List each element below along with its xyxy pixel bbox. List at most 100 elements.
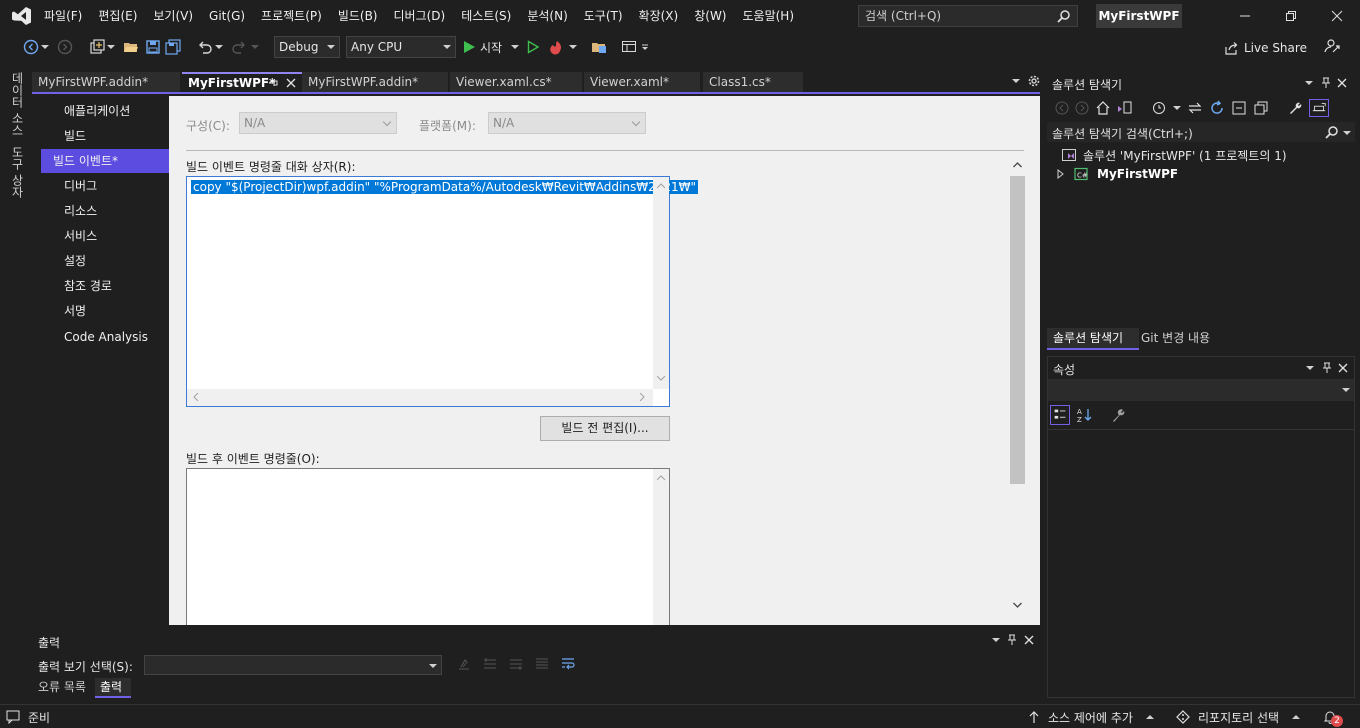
refresh-icon[interactable] [1209, 100, 1225, 116]
close-window-button[interactable] [1314, 0, 1360, 32]
chevron-down-icon[interactable] [568, 38, 578, 56]
nav-code-analysis[interactable]: Code Analysis [52, 325, 182, 349]
close-icon[interactable] [1337, 78, 1347, 88]
redo-icon[interactable] [230, 38, 248, 56]
property-pages-icon[interactable] [1110, 406, 1128, 424]
pin-icon[interactable] [1321, 77, 1331, 89]
account-icon[interactable] [1324, 38, 1340, 54]
chevron-down-icon[interactable] [1343, 130, 1351, 136]
nav-debug[interactable]: 디버그 [52, 174, 182, 198]
textbox-vertical-scrollbar[interactable] [653, 177, 669, 389]
alphabetical-sort-icon[interactable]: AZ [1076, 406, 1094, 424]
chevron-down-icon[interactable] [106, 38, 116, 56]
chevron-down-icon[interactable] [1173, 105, 1181, 111]
previous-message-icon[interactable] [482, 656, 498, 672]
panel-dropdown-icon[interactable] [1305, 80, 1313, 86]
nav-signing[interactable]: 서명 [52, 299, 182, 323]
tab-class1-cs[interactable]: Class1.cs* [703, 72, 803, 92]
add-to-source-control-button[interactable]: 소스 제어에 추가 [1048, 709, 1133, 726]
tab-git-changes[interactable]: Git 변경 내용 [1141, 328, 1210, 350]
tab-viewer-xaml[interactable]: Viewer.xaml* [584, 72, 700, 92]
nav-services[interactable]: 서비스 [52, 224, 182, 248]
chevron-down-icon[interactable] [250, 38, 260, 56]
solution-configuration-select[interactable]: Debug [274, 36, 340, 58]
panel-dropdown-icon[interactable] [992, 637, 1000, 643]
show-all-files-icon[interactable] [1253, 100, 1269, 116]
nav-build[interactable]: 빌드 [52, 124, 182, 148]
platform-select[interactable]: N/A [488, 112, 646, 134]
properties-wrench-icon[interactable] [1287, 100, 1303, 116]
menu-test[interactable]: 테스트(S) [453, 0, 519, 32]
nav-reference-paths[interactable]: 참조 경로 [52, 274, 182, 298]
switch-views-icon[interactable] [1117, 100, 1133, 116]
nav-settings[interactable]: 설정 [52, 249, 182, 273]
window-layout-icon[interactable] [620, 38, 638, 56]
collapse-all-icon[interactable] [1231, 100, 1247, 116]
nav-application[interactable]: 애플리케이션 [52, 99, 182, 123]
categorized-icon[interactable] [1050, 405, 1070, 425]
new-project-icon[interactable] [88, 38, 106, 56]
pending-changes-filter-icon[interactable] [1151, 100, 1167, 116]
properties-object-select[interactable] [1048, 379, 1354, 401]
home-icon[interactable] [1095, 100, 1111, 116]
pin-icon[interactable] [1007, 634, 1017, 646]
solution-platform-select[interactable]: Any CPU [346, 36, 456, 58]
chevron-down-icon[interactable] [40, 38, 50, 56]
start-without-debugging-icon[interactable] [524, 38, 542, 56]
menu-build[interactable]: 빌드(B) [330, 0, 386, 32]
minimize-button[interactable] [1222, 0, 1268, 32]
tab-output[interactable]: 출력 [95, 678, 131, 698]
chevron-down-icon[interactable] [214, 38, 224, 56]
global-search-input[interactable]: 검색 (Ctrl+Q) [858, 5, 1078, 27]
menu-tools[interactable]: 도구(T) [576, 0, 631, 32]
preview-selected-items-icon[interactable] [1309, 99, 1329, 117]
expand-arrow-icon[interactable] [1057, 169, 1065, 179]
tab-myfirstwpf-addin-2[interactable]: MyFirstWPF.addin* [302, 72, 448, 92]
edit-prebuild-button[interactable]: 빌드 전 편집(I)... [540, 416, 670, 441]
navigate-back-icon[interactable] [22, 38, 40, 56]
postbuild-command-textbox[interactable] [186, 468, 670, 625]
save-icon[interactable] [144, 38, 162, 56]
save-all-icon[interactable] [164, 38, 182, 56]
menu-analyze[interactable]: 분석(N) [519, 0, 575, 32]
menu-help[interactable]: 도움말(H) [735, 0, 803, 32]
output-source-select[interactable] [144, 655, 442, 675]
close-icon[interactable] [1024, 635, 1034, 645]
menu-project[interactable]: 프로젝트(P) [253, 0, 330, 32]
tab-myfirstwpf-addin-1[interactable]: MyFirstWPF.addin* [32, 72, 180, 92]
go-to-location-icon[interactable] [456, 656, 472, 672]
close-icon[interactable] [286, 78, 296, 88]
tab-viewer-xaml-cs[interactable]: Viewer.xaml.cs* [450, 72, 582, 92]
navigate-forward-icon[interactable] [56, 38, 74, 56]
toolbar-overflow-icon[interactable] [640, 38, 650, 56]
sync-with-document-icon[interactable] [1187, 100, 1203, 116]
menu-edit[interactable]: 편집(E) [90, 0, 145, 32]
menu-git[interactable]: Git(G) [201, 0, 253, 32]
data-sources-tab[interactable]: 데이터 소스 [6, 72, 26, 140]
nav-resources[interactable]: 리소스 [52, 199, 182, 223]
toolbox-tab[interactable]: 도구 상자 [6, 146, 26, 206]
forward-icon[interactable] [1075, 101, 1089, 115]
tab-list-dropdown-icon[interactable] [1012, 78, 1020, 84]
menu-file[interactable]: 파일(F) [36, 0, 90, 32]
menu-debug[interactable]: 디버그(D) [386, 0, 454, 32]
next-message-icon[interactable] [508, 656, 524, 672]
clear-all-icon[interactable] [534, 656, 550, 672]
page-vertical-scrollbar[interactable] [1009, 158, 1026, 614]
menu-window[interactable]: 창(W) [686, 0, 734, 32]
menu-view[interactable]: 보기(V) [145, 0, 201, 32]
live-share-button[interactable]: Live Share [1224, 38, 1307, 58]
chevron-down-icon[interactable] [510, 38, 520, 56]
menu-extensions[interactable]: 확장(X) [631, 0, 687, 32]
project-node[interactable]: C# MyFirstWPF [1057, 165, 1178, 183]
maximize-button[interactable] [1268, 0, 1314, 32]
panel-dropdown-icon[interactable] [1306, 365, 1314, 371]
tab-error-list[interactable]: 오류 목록 [32, 678, 94, 698]
configuration-select[interactable]: N/A [239, 112, 397, 134]
start-debugging-button[interactable]: 시작 [462, 38, 502, 56]
solution-explorer-search-input[interactable]: 솔루션 탐색기 검색(Ctrl+;) [1047, 122, 1355, 142]
word-wrap-icon[interactable] [560, 656, 576, 672]
tab-myfirstwpf-project[interactable]: MyFirstWPF* [182, 72, 302, 92]
solution-title[interactable]: MyFirstWPF [1096, 4, 1182, 28]
hot-reload-icon[interactable] [548, 38, 566, 56]
